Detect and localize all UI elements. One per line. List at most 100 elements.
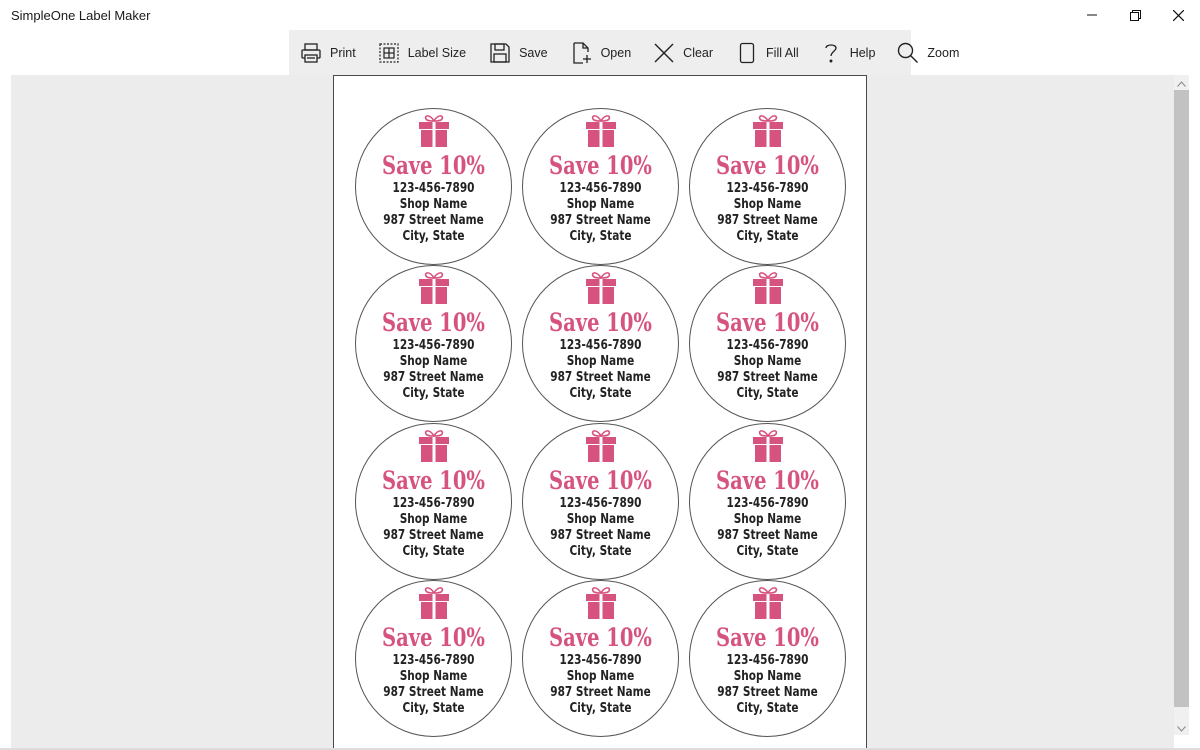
- label-headline: Save 10%: [549, 151, 652, 180]
- label-phone: 123-456-7890: [559, 495, 642, 511]
- label-cell[interactable]: Save 10% 123-456-7890 Shop Name 987 Stre…: [522, 108, 679, 265]
- label-street: 987 Street Name: [383, 527, 484, 543]
- label-city-state: City, State: [569, 385, 632, 401]
- label-shop-name: Shop Name: [566, 196, 635, 212]
- gift-box-icon: [585, 428, 617, 462]
- zoom-label: Zoom: [927, 45, 960, 60]
- minimize-icon: [1087, 10, 1097, 20]
- label-city-state: City, State: [736, 543, 799, 559]
- restore-button[interactable]: [1113, 0, 1157, 30]
- label-city-state: City, State: [736, 385, 799, 401]
- label-phone: 123-456-7890: [726, 337, 809, 353]
- label-phone: 123-456-7890: [392, 180, 475, 196]
- label-city-state: City, State: [569, 543, 632, 559]
- label-city-state: City, State: [569, 228, 632, 244]
- workspace: Save 10% 123-456-7890 Shop Name 987 Stre…: [11, 75, 1174, 750]
- save-button[interactable]: Save: [488, 30, 548, 75]
- label-street: 987 Street Name: [383, 369, 484, 385]
- close-icon: [1172, 9, 1184, 21]
- label-street: 987 Street Name: [550, 212, 651, 228]
- minimize-button[interactable]: [1070, 0, 1114, 30]
- print-button[interactable]: Print: [299, 30, 356, 75]
- label-cell[interactable]: Save 10% 123-456-7890 Shop Name 987 Stre…: [355, 423, 512, 580]
- label-street: 987 Street Name: [550, 527, 651, 543]
- label-city-state: City, State: [569, 700, 632, 716]
- x-icon: [652, 41, 676, 65]
- scroll-down-button[interactable]: [1174, 720, 1189, 735]
- label-headline: Save 10%: [716, 151, 819, 180]
- label-cell[interactable]: Save 10% 123-456-7890 Shop Name 987 Stre…: [522, 580, 679, 737]
- label-street: 987 Street Name: [717, 212, 818, 228]
- label-city-state: City, State: [402, 385, 465, 401]
- label-city-state: City, State: [736, 700, 799, 716]
- label-headline: Save 10%: [549, 623, 652, 652]
- save-label: Save: [519, 45, 548, 60]
- label-phone: 123-456-7890: [559, 180, 642, 196]
- label-shop-name: Shop Name: [733, 353, 802, 369]
- gift-box-icon: [585, 113, 617, 147]
- label-headline: Save 10%: [382, 466, 485, 495]
- label-shop-name: Shop Name: [566, 511, 635, 527]
- label-phone: 123-456-7890: [392, 495, 475, 511]
- label-phone: 123-456-7890: [726, 180, 809, 196]
- gift-box-icon: [418, 113, 450, 147]
- gift-box-icon: [752, 270, 784, 304]
- label-phone: 123-456-7890: [392, 337, 475, 353]
- page-icon: [735, 41, 759, 65]
- label-headline: Save 10%: [549, 466, 652, 495]
- scroll-thumb[interactable]: [1174, 90, 1189, 707]
- toolbar: Print Label Size Save Open Clear Fill Al…: [289, 30, 959, 75]
- open-file-icon: [570, 41, 594, 65]
- label-phone: 123-456-7890: [559, 337, 642, 353]
- chevron-down-icon: [1177, 719, 1186, 737]
- label-street: 987 Street Name: [383, 684, 484, 700]
- label-cell[interactable]: Save 10% 123-456-7890 Shop Name 987 Stre…: [355, 108, 512, 265]
- label-shop-name: Shop Name: [399, 511, 468, 527]
- label-cell[interactable]: Save 10% 123-456-7890 Shop Name 987 Stre…: [522, 265, 679, 422]
- question-mark-icon: [819, 41, 843, 65]
- label-headline: Save 10%: [382, 623, 485, 652]
- label-headline: Save 10%: [716, 466, 819, 495]
- floppy-disk-icon: [488, 41, 512, 65]
- label-size-label: Label Size: [407, 45, 467, 60]
- fill-all-label: Fill All: [766, 45, 799, 60]
- label-street: 987 Street Name: [717, 684, 818, 700]
- label-shop-name: Shop Name: [399, 353, 468, 369]
- label-cell[interactable]: Save 10% 123-456-7890 Shop Name 987 Stre…: [689, 423, 846, 580]
- label-cell[interactable]: Save 10% 123-456-7890 Shop Name 987 Stre…: [689, 580, 846, 737]
- label-shop-name: Shop Name: [566, 668, 635, 684]
- clear-button[interactable]: Clear: [652, 30, 713, 75]
- label-shop-name: Shop Name: [733, 196, 802, 212]
- title-bar: SimpleOne Label Maker: [0, 0, 1200, 30]
- label-cell[interactable]: Save 10% 123-456-7890 Shop Name 987 Stre…: [522, 423, 679, 580]
- label-headline: Save 10%: [549, 308, 652, 337]
- label-street: 987 Street Name: [383, 212, 484, 228]
- label-shop-name: Shop Name: [566, 353, 635, 369]
- label-cell[interactable]: Save 10% 123-456-7890 Shop Name 987 Stre…: [689, 108, 846, 265]
- label-cell[interactable]: Save 10% 123-456-7890 Shop Name 987 Stre…: [355, 265, 512, 422]
- gift-box-icon: [752, 428, 784, 462]
- chevron-up-icon: [1177, 74, 1186, 92]
- close-button[interactable]: [1156, 0, 1200, 30]
- label-cell[interactable]: Save 10% 123-456-7890 Shop Name 987 Stre…: [355, 580, 512, 737]
- help-label: Help: [849, 45, 876, 60]
- gift-box-icon: [752, 113, 784, 147]
- label-sheet: Save 10% 123-456-7890 Shop Name 987 Stre…: [333, 75, 867, 750]
- label-city-state: City, State: [402, 700, 465, 716]
- open-button[interactable]: Open: [570, 30, 631, 75]
- label-phone: 123-456-7890: [726, 495, 809, 511]
- label-shop-name: Shop Name: [399, 196, 468, 212]
- label-size-button[interactable]: Label Size: [377, 30, 466, 75]
- printer-icon: [299, 41, 323, 65]
- restore-icon: [1129, 9, 1141, 21]
- help-button[interactable]: Help: [819, 30, 876, 75]
- label-city-state: City, State: [402, 543, 465, 559]
- label-headline: Save 10%: [716, 308, 819, 337]
- scroll-up-button[interactable]: [1174, 75, 1189, 90]
- zoom-button[interactable]: Zoom: [896, 30, 959, 75]
- fill-all-button[interactable]: Fill All: [735, 30, 799, 75]
- vertical-scrollbar[interactable]: [1174, 75, 1189, 735]
- label-street: 987 Street Name: [550, 684, 651, 700]
- label-cell[interactable]: Save 10% 123-456-7890 Shop Name 987 Stre…: [689, 265, 846, 422]
- label-headline: Save 10%: [382, 308, 485, 337]
